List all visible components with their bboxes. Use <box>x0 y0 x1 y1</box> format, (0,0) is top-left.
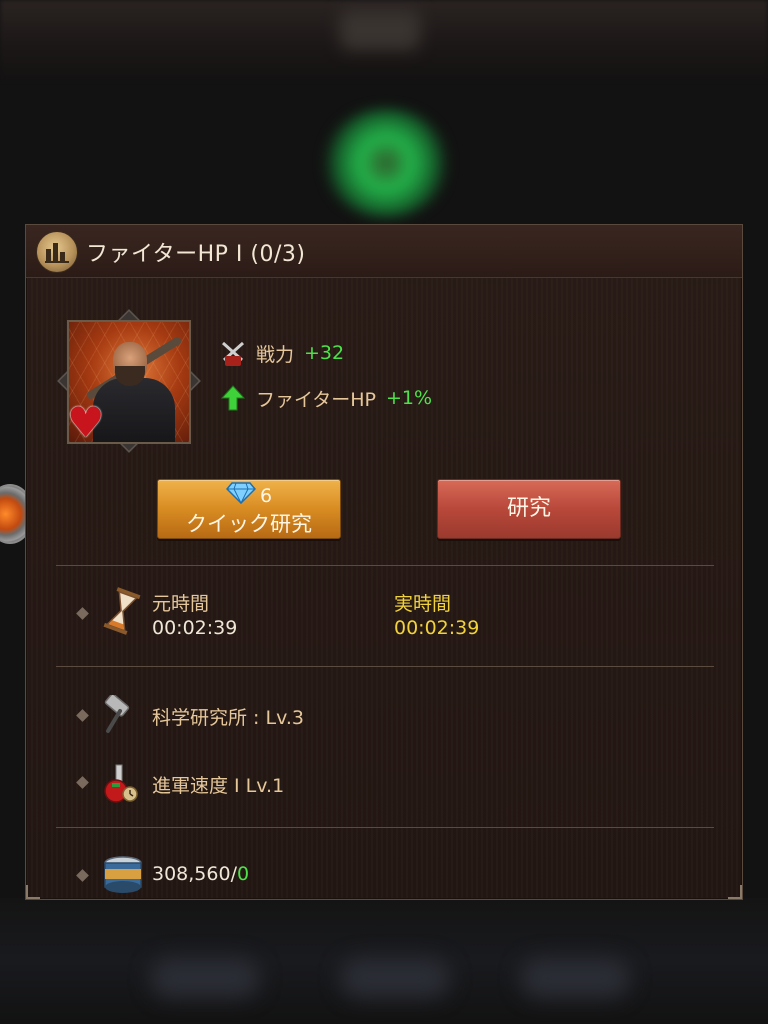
background-footer <box>0 898 768 1024</box>
bullet-icon <box>76 709 89 722</box>
bullet-icon <box>76 607 89 620</box>
stat-fighter-hp: ファイターHP +1% <box>218 383 432 413</box>
quick-cost: 6 <box>158 482 340 509</box>
background-glow <box>322 108 450 218</box>
resource-have: 308,560/ <box>152 863 237 885</box>
hammer-icon <box>102 693 142 739</box>
actual-time-value: 00:02:39 <box>394 617 480 639</box>
research-button[interactable]: 研究 <box>437 479 621 539</box>
panel-title: ファイターHP I (0/3) <box>86 242 306 267</box>
quick-research-button[interactable]: 6 クイック研究 <box>157 479 341 539</box>
divider <box>56 666 714 667</box>
food-can-icon <box>102 855 144 899</box>
flask-icon <box>102 763 144 807</box>
hourglass-icon <box>102 587 142 639</box>
research-portrait: ♥ <box>57 307 201 455</box>
title-bar: ファイターHP I (0/3) <box>26 225 742 278</box>
research-bars-icon <box>36 231 78 273</box>
original-time-label: 元時間 <box>152 593 210 615</box>
fighter-portrait: ♥ <box>67 320 191 444</box>
stat-power-value: +32 <box>304 342 345 364</box>
divider <box>56 565 714 566</box>
original-time-value: 00:02:39 <box>152 617 238 639</box>
quick-research-label: クイック研究 <box>186 512 312 536</box>
bullet-icon <box>76 776 89 789</box>
actual-time-label: 実時間 <box>394 593 452 615</box>
quick-cost-value: 6 <box>259 484 273 507</box>
stat-power: 戦力 +32 <box>218 338 344 368</box>
green-up-arrow-icon <box>218 383 248 413</box>
research-detail-panel: ファイターHP I (0/3) ♥ 戦力 +32 ファイターHP +1% 6 ク… <box>25 224 743 900</box>
resource-amount: 308,560/0 <box>152 863 249 885</box>
requirement-building: 科学研究所 : Lv.3 <box>152 707 304 729</box>
stat-power-label: 戦力 <box>256 343 295 366</box>
requirement-research: 進軍速度 I Lv.1 <box>152 775 285 797</box>
power-swords-icon <box>218 338 248 368</box>
research-button-label: 研究 <box>506 496 551 521</box>
bullet-icon <box>76 869 89 882</box>
diamond-gem-icon <box>225 482 256 509</box>
heart-icon: ♥ <box>67 398 105 444</box>
divider <box>56 827 714 828</box>
panel-corner <box>728 885 742 899</box>
stat-fighter-hp-label: ファイターHP <box>256 388 376 411</box>
resource-need: 0 <box>236 863 250 885</box>
panel-corner <box>26 885 40 899</box>
stat-fighter-hp-value: +1% <box>386 387 433 409</box>
background-header <box>0 0 768 80</box>
